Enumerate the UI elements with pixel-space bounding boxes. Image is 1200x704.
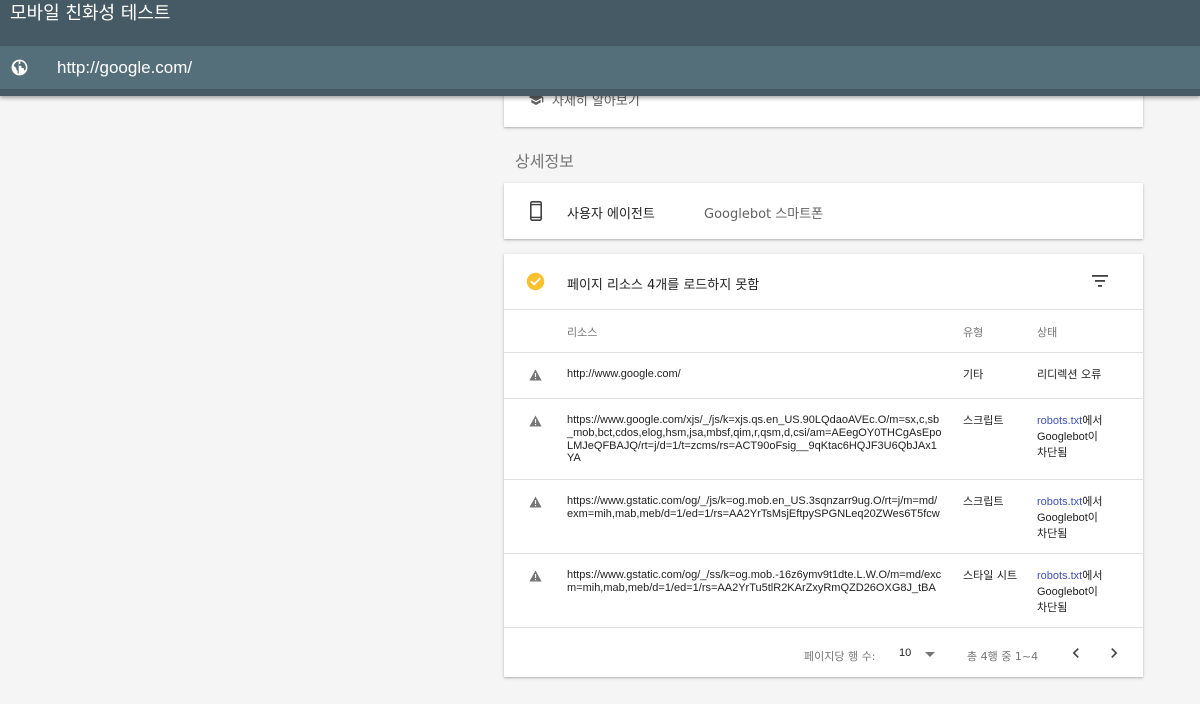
rows-per-page-value: 10 — [899, 647, 912, 659]
resource-status: robots.txt에서 Googlebot이 차단됨 — [1037, 413, 1127, 460]
check-circle-icon — [526, 272, 545, 291]
page-title: 모바일 친화성 테스트 — [10, 3, 171, 24]
learn-more-label: 자세히 알아보기 — [552, 94, 640, 109]
resource-type: 스타일 시트 — [963, 569, 1018, 582]
resource-url: http://www.google.com/ — [567, 368, 681, 380]
robots-txt-link[interactable]: robots.txt — [1037, 496, 1082, 508]
tested-url-bar: http://google.com/ — [0, 46, 1200, 89]
rows-per-page-label: 페이지당 행 수: — [804, 650, 876, 663]
filter-icon[interactable] — [1092, 274, 1108, 288]
resources-summary: 페이지 리소스 4개를 로드하지 못함 — [567, 278, 760, 293]
user-agent-card: 사용자 에이전트 Googlebot 스마트폰 — [504, 183, 1143, 239]
warning-icon — [529, 415, 542, 427]
pagination: 페이지당 행 수: 10 총 4행 중 1~4 — [504, 628, 1143, 677]
resource-type: 기타 — [963, 368, 984, 381]
page-resources-card: 페이지 리소스 4개를 로드하지 못함 리소스 유형 상태 http://www… — [504, 254, 1143, 677]
smartphone-icon — [530, 201, 542, 221]
table-row: https://www.gstatic.com/og/_/js/k=og.mob… — [504, 480, 1143, 554]
warning-icon — [529, 369, 542, 381]
details-heading: 상세정보 — [515, 152, 574, 171]
column-header-resource[interactable]: 리소스 — [567, 324, 597, 340]
status-bot: Googlebot — [1037, 512, 1088, 524]
chevron-left-icon[interactable] — [1066, 643, 1086, 663]
table-row: https://www.gstatic.com/og/_/ss/k=og.mob… — [504, 554, 1143, 628]
status-text: 에서 — [1082, 495, 1103, 508]
chevron-right-icon[interactable] — [1104, 643, 1124, 663]
column-header-type[interactable]: 유형 — [963, 324, 983, 340]
status-bot: Googlebot — [1037, 431, 1088, 443]
resource-url: https://www.gstatic.com/og/_/js/k=og.mob… — [567, 495, 940, 520]
resource-url: https://www.google.com/xjs/_/js/k=xjs.qs… — [567, 414, 942, 465]
status-bot: Googlebot — [1037, 586, 1088, 598]
globe-icon — [11, 59, 28, 76]
column-header-status[interactable]: 상태 — [1037, 324, 1057, 340]
warning-icon — [529, 496, 542, 508]
resource-status: robots.txt에서 Googlebot이 차단됨 — [1037, 568, 1127, 615]
resource-type: 스크립트 — [963, 414, 1004, 427]
resource-status: 리디렉션 오류 — [1037, 368, 1102, 381]
robots-txt-link[interactable]: robots.txt — [1037, 415, 1082, 427]
status-text: 에서 — [1082, 569, 1103, 582]
robots-txt-link[interactable]: robots.txt — [1037, 570, 1082, 582]
rows-per-page-select[interactable]: 10 — [899, 644, 939, 664]
table-row: https://www.google.com/xjs/_/js/k=xjs.qs… — [504, 399, 1143, 480]
user-agent-value: Googlebot 스마트폰 — [704, 207, 824, 222]
dropdown-arrow-icon — [925, 652, 935, 657]
resource-type: 스크립트 — [963, 495, 1004, 508]
resource-status: robots.txt에서 Googlebot이 차단됨 — [1037, 494, 1127, 541]
resource-url: https://www.gstatic.com/og/_/ss/k=og.mob… — [567, 569, 942, 594]
page-range: 총 4행 중 1~4 — [967, 650, 1039, 663]
app-header: 모바일 친화성 테스트 http://google.com/ — [0, 0, 1200, 96]
status-text: 에서 — [1082, 414, 1103, 427]
table-header: 리소스 유형 상태 — [504, 310, 1143, 353]
user-agent-label: 사용자 에이전트 — [567, 207, 655, 222]
table-row: http://www.google.com/ 기타 리디렉션 오류 — [504, 353, 1143, 399]
tested-url: http://google.com/ — [57, 58, 193, 77]
warning-icon — [529, 570, 542, 582]
resources-header: 페이지 리소스 4개를 로드하지 못함 — [504, 254, 1143, 310]
